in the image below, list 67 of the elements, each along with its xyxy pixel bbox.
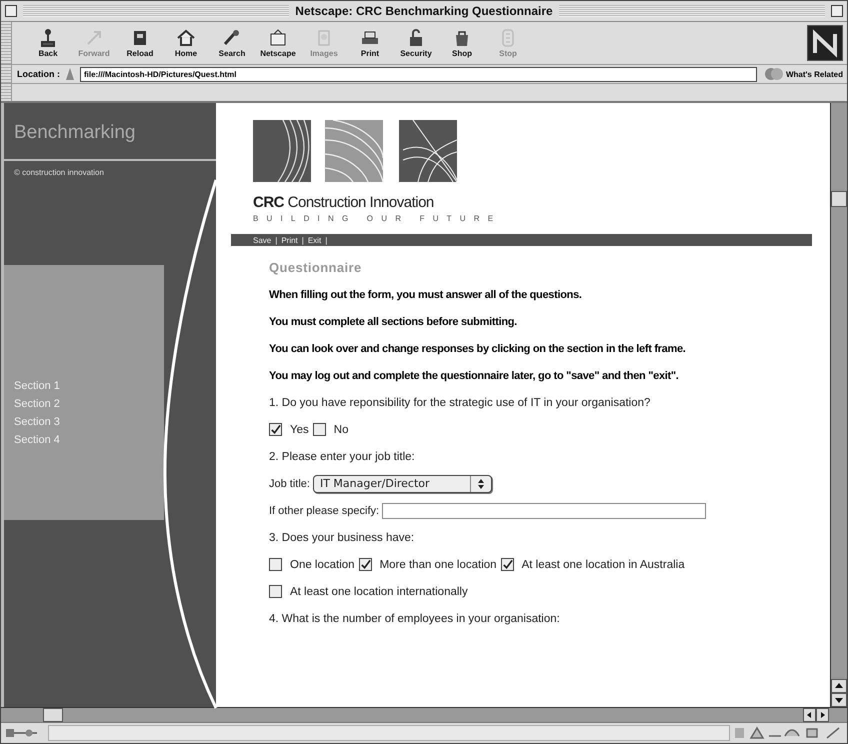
nav-link[interactable]: Print [281,236,298,244]
question-text: 4. What is the number of employees in your organisation: [269,612,560,624]
page-heading: Questionnaire [269,260,363,275]
horizontal-scrollbar[interactable] [1,707,847,722]
window-title: Netscape: CRC Benchmarking Questionnaire [295,4,553,18]
scroll-thumb[interactable] [831,191,847,207]
instruction-text: When filling out the form, you must answer all of the questions. [269,288,583,302]
checkbox-label: More than one location [380,558,497,570]
field-label: Job title: [269,478,310,490]
separator-text: | [302,236,304,244]
location-label: Location : [17,69,60,79]
copyright-text: © construction innovation [13,167,105,179]
toolbar-grip[interactable] [1,22,12,64]
whats-related-button[interactable]: What's Related [760,67,847,81]
checkbox[interactable] [269,585,282,598]
field-label: If other please specify: [269,504,380,516]
zoom-box[interactable] [831,5,843,17]
instruction-text: You can look over and change responses by clicking on the section in the left frame. [269,342,687,356]
close-box[interactable] [5,5,17,17]
checkbox-label: No [334,424,348,436]
question-text: 3. Does your business have: [269,532,414,544]
checkbox[interactable] [269,423,282,436]
scroll-right-icon[interactable] [816,708,829,722]
toolbar-grip[interactable] [1,84,12,101]
tray-icon [268,28,288,48]
checkbox-label: One location [290,558,355,570]
question-text: 2. Please enter your job title: [269,450,415,462]
checkbox-label: Yes [290,424,309,436]
checkbox[interactable] [500,558,514,571]
toolbar-button[interactable]: Security [394,28,438,58]
checkbox[interactable] [358,558,372,571]
stepper-icon [476,478,485,490]
nav-link[interactable]: Save [253,236,272,244]
vertical-scrollbar[interactable] [830,103,847,707]
separator-text: | [275,236,278,244]
scroll-left-icon[interactable] [803,708,816,722]
job-title-select[interactable]: IT Manager/Director [312,474,492,492]
instruction-text: You must complete all sections before submitting. [269,314,518,330]
question-text: 1. Do you have reponsibility for the strategic use of IT in your organisation? [269,396,650,408]
scroll-thumb[interactable] [43,708,63,722]
nav-link[interactable]: Exit [308,236,322,244]
house-icon [176,28,196,48]
scroll-up-icon[interactable] [831,679,847,693]
logo-name: CRC Construction Innovation [253,194,435,211]
scroll-down-icon[interactable] [831,693,847,707]
globe-icon [764,67,784,81]
checkbox-label: At least one location internationally [290,586,468,598]
logo-tagline: BUILDING OUR FUTURE [253,214,502,223]
checkbox-label: At least one location in Australia [522,558,685,570]
toolbar-button[interactable]: Home [164,28,208,58]
flashlight-icon [222,28,242,48]
page-icon[interactable] [63,66,77,82]
text-field[interactable] [382,502,706,518]
toolbar-button[interactable]: Shop [440,28,484,58]
checkbox[interactable] [269,558,282,571]
toolbar-button[interactable]: Print [348,28,392,58]
toolbar-button[interactable]: Search [210,28,254,58]
location-field[interactable]: file:///Macintosh-HD/Pictures/Quest.html [80,66,757,82]
toolbar-grip[interactable] [1,65,12,83]
toolbar-button[interactable]: Netscape [256,28,300,58]
netscape-logo [807,25,843,61]
instruction-text: You may log out and complete the questionnaire later, go to "save" and then "exit". [269,368,680,384]
toolbar-button[interactable]: Reload [118,28,162,58]
lever-icon [38,28,58,48]
toolbar-button[interactable]: Back [26,28,70,58]
separator-text: | [325,236,328,244]
checkbox[interactable] [312,423,326,436]
